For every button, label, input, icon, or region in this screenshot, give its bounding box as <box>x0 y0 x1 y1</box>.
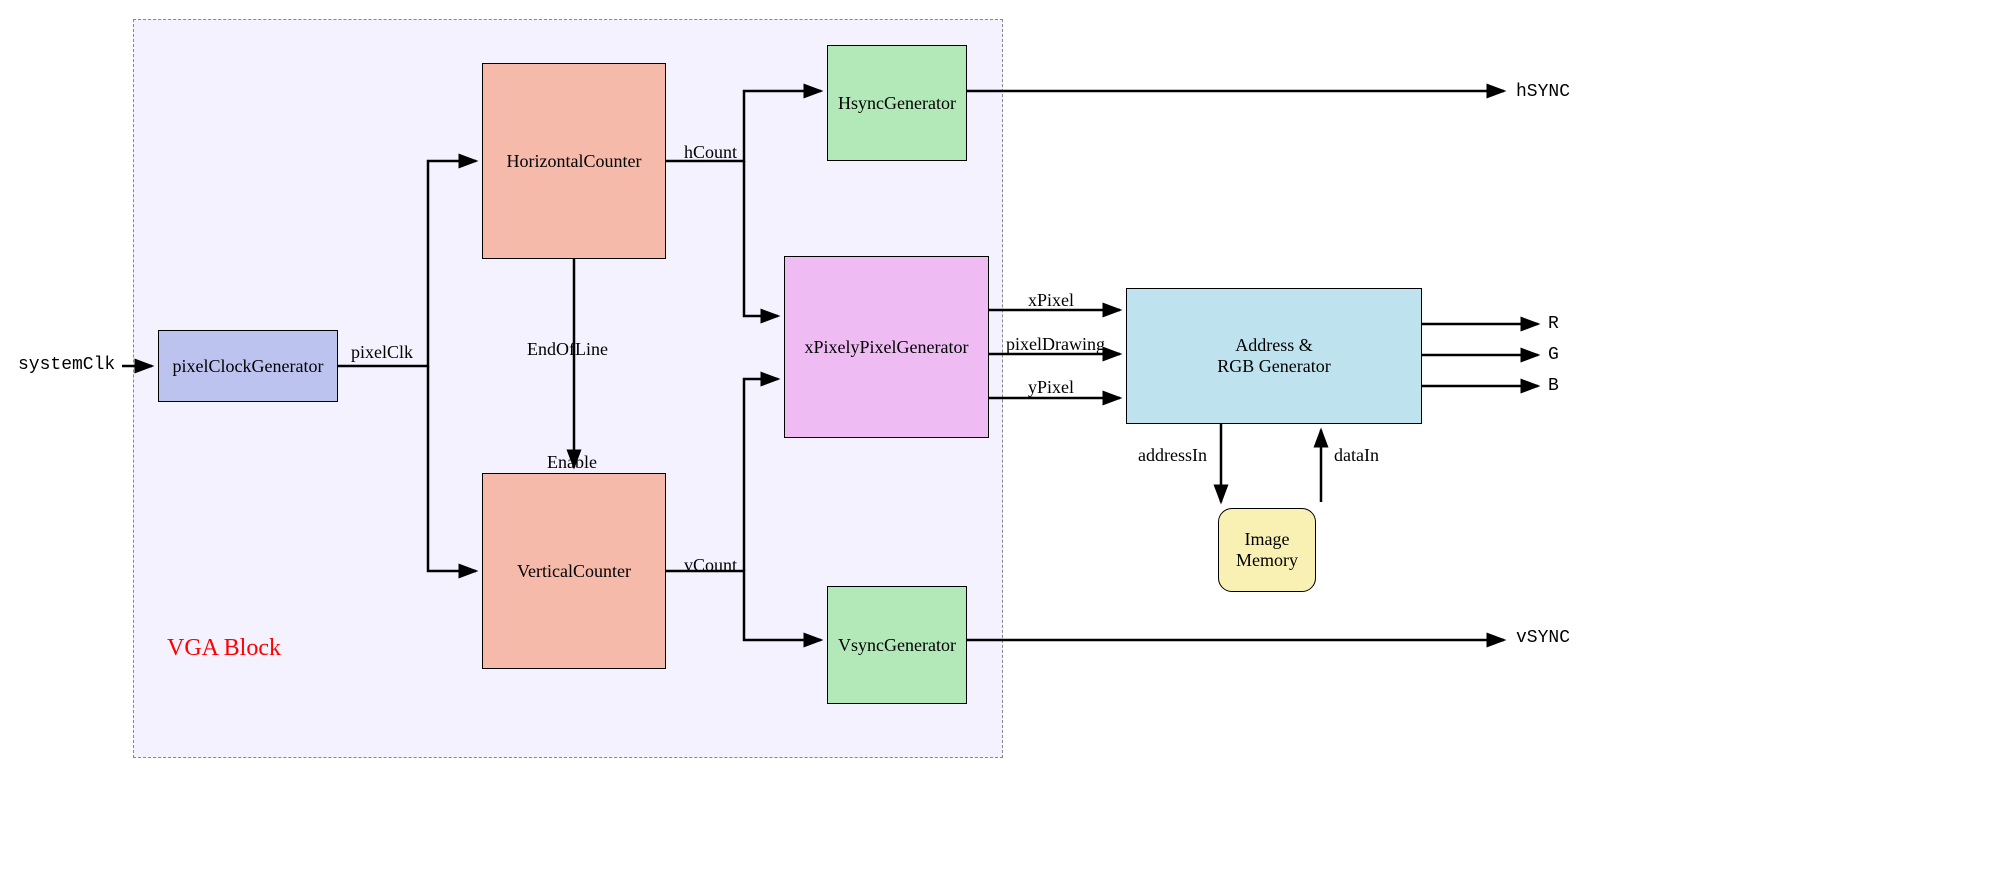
diagram-canvas: pixelClockGenerator HorizontalCounter Ve… <box>0 0 1992 893</box>
wire-hcount-to-xpg <box>744 161 778 316</box>
wire-hcount-to-hsync <box>666 91 821 161</box>
wire-vcount-to-xpg <box>744 379 778 571</box>
wire-pcg-to-hcounter <box>338 161 476 366</box>
wires-svg <box>0 0 1992 893</box>
wire-vcount-to-vsync <box>666 571 821 640</box>
wire-pcg-to-vcounter <box>428 366 476 571</box>
